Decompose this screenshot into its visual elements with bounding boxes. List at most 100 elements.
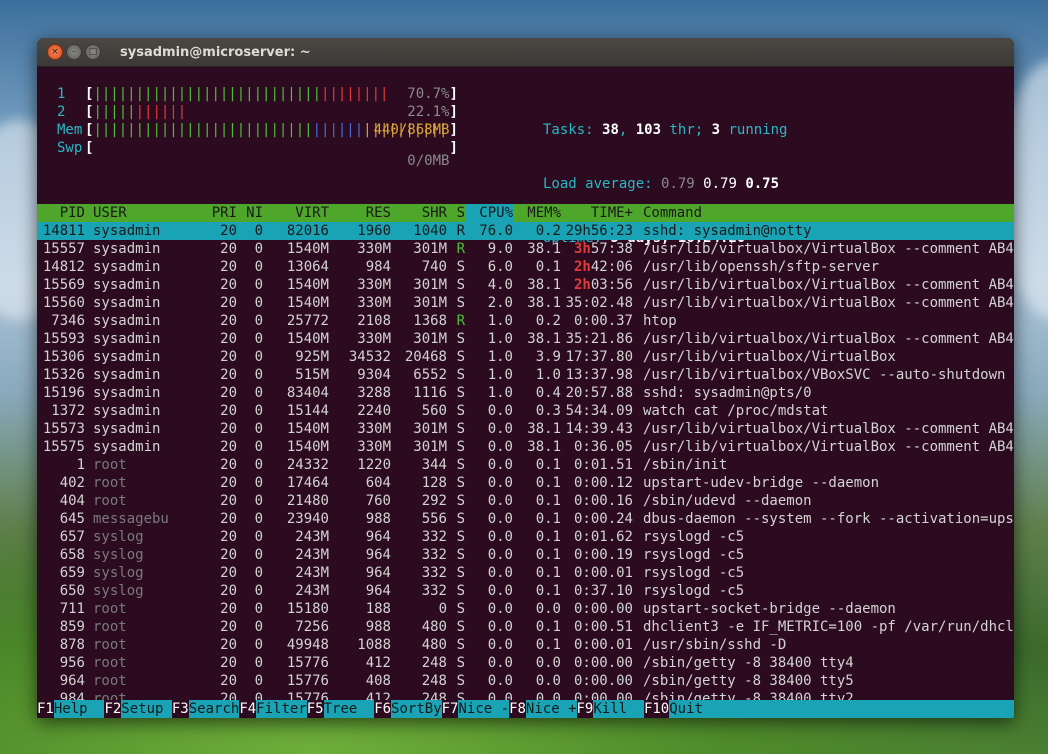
col-pid[interactable]: PID (37, 204, 85, 222)
table-row[interactable]: 711 root 20 0 15180 188 0 S 0.0 0.0 0:00.00 upstart… (37, 600, 1014, 618)
cell-user: sysadmin (93, 277, 161, 293)
fkey-f7[interactable]: F7 Nice - (441, 700, 510, 718)
cpu2-label: 2 (57, 104, 66, 120)
col-shr[interactable]: SHR (391, 204, 447, 222)
cell-s: R (456, 223, 465, 239)
table-row[interactable]: 1372 sysadmin 20 0 15144 2240 560 S 0.0 0.3 54:34.… (37, 402, 1014, 420)
fkey-f10[interactable]: F10 Quit (643, 700, 1014, 718)
table-row[interactable]: 859 root 20 0 7256 988 480 S 0.0 0.1 0:00.51 dhclie… (37, 618, 1014, 636)
col-ni[interactable]: NI (237, 204, 263, 222)
htop-terminal[interactable]: 1 [||||||||||||||||||||||||||||||||||| 70.… (37, 67, 1014, 718)
fkey-f8[interactable]: F8 Nice + (509, 700, 577, 718)
col-virt[interactable]: VIRT (263, 204, 329, 222)
cell-pid: 964 (59, 673, 85, 689)
table-row[interactable]: 15560 sysadmin 20 0 1540M 330M 301M S 2.0 38.1 35:… (37, 294, 1014, 312)
cell-ni: 0 (254, 637, 263, 653)
fkey-f4[interactable]: F4 Filter (239, 700, 307, 718)
cpu1-value: 70.7% (407, 86, 450, 102)
table-row[interactable]: 14812 sysadmin 20 0 13064 984 740 S 6.0 0.1 2h42:0… (37, 258, 1014, 276)
table-row[interactable]: 15306 sysadmin 20 0 925M 34532 20468 S 1.0 3.9 17:… (37, 348, 1014, 366)
fkey-label: Nice - (458, 700, 510, 718)
table-row[interactable]: 15573 sysadmin 20 0 1540M 330M 301M S 0.0 38.1 14:… (37, 420, 1014, 438)
cell-ni: 0 (254, 565, 263, 581)
fkey-f1[interactable]: F1 Help (37, 700, 105, 718)
fkey-f3[interactable]: F3 Search (171, 700, 240, 718)
col-command[interactable]: Command (633, 204, 1014, 222)
cell-time: 2h03:56 (573, 277, 633, 293)
cell-time: 0:00.00 (573, 601, 633, 617)
process-table[interactable]: PID USER PRI NI VIRT RES SHR S CPU% MEM%… (37, 204, 1014, 718)
table-row[interactable]: 15326 sysadmin 20 0 515M 9304 6552 S 1.0 1.0 13:37… (37, 366, 1014, 384)
cell-pri: 20 (220, 547, 237, 563)
table-row[interactable]: 878 root 20 0 49948 1088 480 S 0.0 0.1 0:00.01/usr… (37, 636, 1014, 654)
table-row[interactable]: 404 root 20 0 21480 760 292 S 0.0 0.1 0:00.16/sbin… (37, 492, 1014, 510)
col-state[interactable]: S (447, 204, 465, 222)
fkey-f5[interactable]: F5 Tree (306, 700, 375, 718)
minimize-icon[interactable]: – (66, 44, 82, 60)
cell-pri: 20 (220, 601, 237, 617)
col-user[interactable]: USER (85, 204, 189, 222)
cell-cpu: 4.0 (487, 277, 513, 293)
function-key-bar[interactable]: F1 Help F2 Setup F3 Search F4 Filter F5 Tree F6… (37, 700, 1014, 718)
table-row[interactable]: 15196 sysadmin 20 0 83404 3288 1116 S 1.0 0.4 20:5… (37, 384, 1014, 402)
table-row[interactable]: 15575 sysadmin 20 0 1540M 330M 301M S 0.0 38.1 0:3… (37, 438, 1014, 456)
table-row[interactable]: 15569 sysadmin 20 0 1540M 330M 301M S 4.0 38.1 2h0… (37, 276, 1014, 294)
fkey-number: F2 (104, 700, 122, 718)
fkey-label: Setup (121, 700, 172, 718)
table-row[interactable]: 14811 sysadmin 20 0 82016 1960 1040 R 76.0 0.2 29h… (37, 222, 1014, 240)
cell-cpu: 0.0 (487, 475, 513, 491)
load-1: 0.79 (661, 176, 695, 192)
maximize-icon[interactable]: □ (85, 44, 101, 60)
cell-ni: 0 (254, 223, 263, 239)
process-rows[interactable]: 14811 sysadmin 20 0 82016 1960 1040 R 76.0 0.2 29h… (37, 222, 1014, 718)
close-icon[interactable]: × (47, 44, 63, 60)
table-row[interactable]: 15557 sysadmin 20 0 1540M 330M 301M R 9.0 38.1 3h5… (37, 240, 1014, 258)
cell-s: S (456, 385, 465, 401)
cell-pri: 20 (220, 313, 237, 329)
cell-pri: 20 (220, 385, 237, 401)
table-row[interactable]: 659 syslog 20 0 243M 964 332 S 0.0 0.1 0:00.01 rsys… (37, 564, 1014, 582)
table-row[interactable]: 1 root 20 0 24332 1220 344 S 0.0 0.1 0:01.51/sbin/… (37, 456, 1014, 474)
cell-cmd: /usr/lib/virtualbox/VBoxSVC --auto-shutd… (643, 367, 1006, 383)
cell-res: 330M (357, 295, 391, 311)
cell-ni: 0 (254, 403, 263, 419)
cell-ni: 0 (254, 601, 263, 617)
table-row[interactable]: 15593 sysadmin 20 0 1540M 330M 301M S 1.0 38.1 35:… (37, 330, 1014, 348)
table-row[interactable]: 657 syslog 20 0 243M 964 332 S 0.0 0.1 0:01.62 rsys… (37, 528, 1014, 546)
cell-res: 1220 (357, 457, 391, 473)
cell-s: S (456, 583, 465, 599)
cell-virt: 15144 (286, 403, 329, 419)
table-row[interactable]: 956 root 20 0 15776 412 248 S 0.0 0.0 0:00.00/sbin… (37, 654, 1014, 672)
swp-meter: Swp[0/0MB] (57, 140, 458, 169)
table-row[interactable]: 658 syslog 20 0 243M 964 332 S 0.0 0.1 0:00.19 rsys… (37, 546, 1014, 564)
table-header[interactable]: PID USER PRI NI VIRT RES SHR S CPU% MEM%… (37, 204, 1014, 222)
fkey-f2[interactable]: F2 Setup (104, 700, 172, 718)
table-row[interactable]: 645 messagebu 20 0 23940 988 556 S 0.0 0.1 0:00.24… (37, 510, 1014, 528)
cell-cmd: htop (643, 313, 677, 329)
col-time[interactable]: TIME+ (561, 204, 633, 222)
col-cpu[interactable]: CPU% (465, 204, 513, 222)
cell-s: S (456, 457, 465, 473)
cell-pid: 15557 (42, 241, 85, 257)
cell-s: S (456, 295, 465, 311)
table-row[interactable]: 964 root 20 0 15776 408 248 S 0.0 0.0 0:00.00/sbin… (37, 672, 1014, 690)
table-row[interactable]: 7346 sysadmin 20 0 25772 2108 1368 R 1.0 0.2 0:00.… (37, 312, 1014, 330)
cell-res: 2240 (357, 403, 391, 419)
cell-pri: 20 (220, 655, 237, 671)
cell-s: S (456, 565, 465, 581)
cell-shr: 480 (421, 637, 447, 653)
cell-cpu: 0.0 (487, 583, 513, 599)
cell-mem: 1.0 (535, 367, 561, 383)
cell-cpu: 0.0 (487, 421, 513, 437)
cell-mem: 38.1 (527, 295, 561, 311)
fkey-f9[interactable]: F9 Kill (576, 700, 644, 718)
col-pri[interactable]: PRI (189, 204, 237, 222)
title-bar[interactable]: × – □ sysadmin@microserver: ~ (37, 38, 1014, 67)
col-mem[interactable]: MEM% (513, 204, 561, 222)
col-res[interactable]: RES (329, 204, 391, 222)
cell-ni: 0 (254, 331, 263, 347)
table-row[interactable]: 650 syslog 20 0 243M 964 332 S 0.0 0.1 0:37.10 rsys… (37, 582, 1014, 600)
fkey-f6[interactable]: F6 SortBy (374, 700, 442, 718)
table-row[interactable]: 402 root 20 0 17464 604 128 S 0.0 0.1 0:00.12 upsta… (37, 474, 1014, 492)
mem-label: Mem (57, 122, 83, 138)
